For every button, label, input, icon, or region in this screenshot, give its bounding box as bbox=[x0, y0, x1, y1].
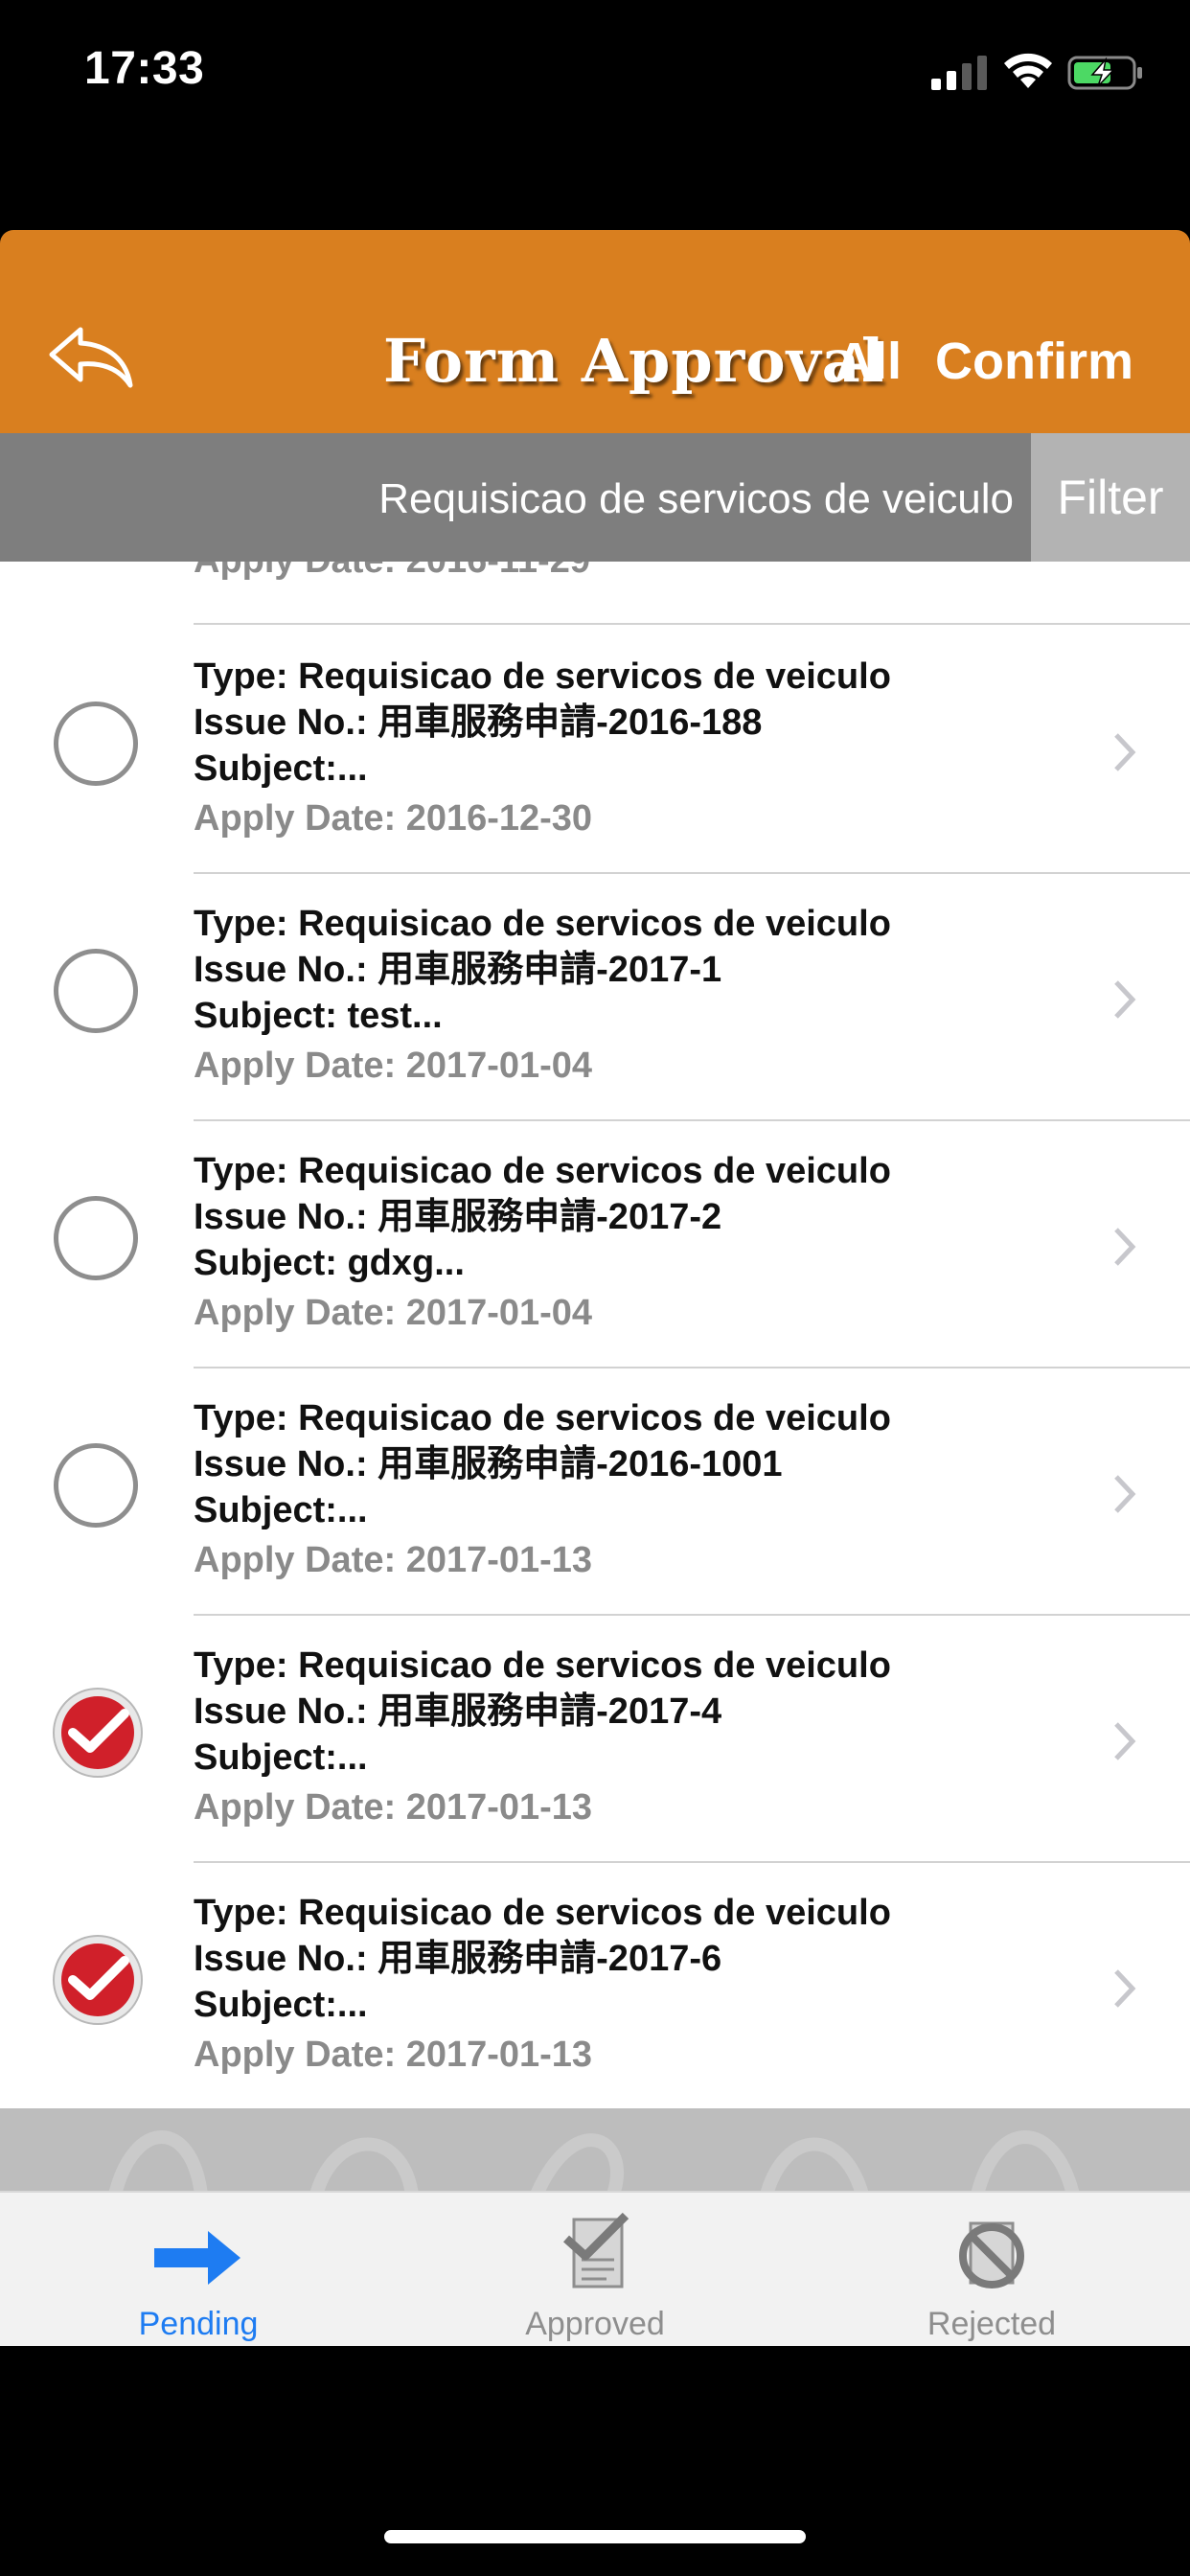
chevron-right-icon bbox=[1114, 980, 1136, 1019]
apply-date: Apply Date: 2017-01-04 bbox=[194, 1046, 593, 1086]
item-details: Type: Requisicao de servicos de veiculo … bbox=[194, 1395, 891, 1583]
item-subject: Subject:... bbox=[194, 1737, 368, 1778]
tab-pending[interactable]: Pending bbox=[0, 2193, 397, 2346]
tab-approved[interactable]: Approved bbox=[397, 2193, 793, 2346]
tab-rejected[interactable]: Rejected bbox=[793, 2193, 1190, 2346]
filter-button[interactable]: Filter bbox=[1031, 433, 1190, 562]
item-type: Type: Requisicao de servicos de veiculo bbox=[194, 904, 891, 944]
item-subject: Subject: test... bbox=[194, 996, 443, 1036]
tab-bar: Pending Approved Rejected bbox=[0, 2191, 1190, 2346]
back-reply-icon[interactable] bbox=[46, 322, 136, 391]
tab-label: Approved bbox=[525, 2306, 665, 2342]
chevron-right-icon bbox=[1114, 1228, 1136, 1266]
item-type: Type: Requisicao de servicos de veiculo bbox=[194, 1398, 891, 1438]
list-item[interactable]: Type: Requisicao de servicos de veiculo … bbox=[0, 1861, 1190, 2108]
confirm-button[interactable]: Confirm bbox=[935, 332, 1133, 391]
tab-label: Pending bbox=[138, 2306, 259, 2342]
item-issue-no: Issue No.: 用車服務申請-2017-6 bbox=[194, 1939, 722, 1979]
apply-date: Apply Date: 2017-01-04 bbox=[194, 1293, 593, 1333]
chevron-right-icon bbox=[1114, 1722, 1136, 1760]
apply-date: Apply Date: 2017-01-13 bbox=[194, 1540, 593, 1580]
tab-label: Rejected bbox=[927, 2306, 1057, 2342]
arrow-right-icon bbox=[154, 2231, 240, 2285]
page-title: Form Approval bbox=[383, 326, 885, 396]
approved-doc-icon bbox=[562, 2212, 629, 2288]
item-subject: Subject: gdxg... bbox=[194, 1243, 465, 1283]
rejected-icon bbox=[959, 2221, 1024, 2288]
list-item[interactable]: Type: Requisicao de servicos de veiculo … bbox=[0, 1119, 1190, 1367]
item-details: Type: Requisicao de servicos de veiculo … bbox=[194, 1148, 891, 1336]
navigation-header: Form Approval All Confirm bbox=[0, 230, 1190, 433]
chevron-right-icon bbox=[1114, 733, 1136, 771]
approval-list: Apply Date: 2016-11-29 Type: Requisicao … bbox=[0, 562, 1190, 2108]
item-subject: Subject:... bbox=[194, 1985, 368, 2025]
item-type: Type: Requisicao de servicos de veiculo bbox=[194, 1893, 891, 1933]
chevron-right-icon bbox=[1114, 1475, 1136, 1513]
item-issue-no: Issue No.: 用車服務申請-2016-1001 bbox=[194, 1444, 783, 1484]
apply-date: Apply Date: 2016-12-30 bbox=[194, 798, 593, 839]
unchecked-radio-icon[interactable] bbox=[54, 949, 138, 1033]
item-issue-no: Issue No.: 用車服務申請-2017-2 bbox=[194, 1197, 722, 1237]
item-issue-no: Issue No.: 用車服務申請-2016-188 bbox=[194, 702, 763, 743]
wifi-icon bbox=[1004, 53, 1052, 88]
apply-date: Apply Date: 2017-01-13 bbox=[194, 1787, 593, 1828]
list-item[interactable]: Type: Requisicao de servicos de veiculo … bbox=[0, 1367, 1190, 1614]
select-all-button[interactable]: All bbox=[835, 332, 902, 391]
unchecked-radio-icon[interactable] bbox=[54, 702, 138, 786]
item-issue-no: Issue No.: 用車服務申請-2017-4 bbox=[194, 1691, 722, 1732]
apply-date: Apply Date: 2016-11-29 bbox=[194, 562, 590, 582]
item-subject: Subject:... bbox=[194, 748, 368, 789]
item-type: Type: Requisicao de servicos de veiculo bbox=[194, 1151, 891, 1191]
list-item[interactable]: Type: Requisicao de servicos de veiculo … bbox=[0, 1614, 1190, 1861]
apply-date: Apply Date: 2017-01-13 bbox=[194, 2035, 593, 2075]
filter-bar: Requisicao de servicos de veiculo Filter bbox=[0, 433, 1190, 562]
item-issue-no: Issue No.: 用車服務申請-2017-1 bbox=[194, 950, 722, 990]
battery-charging-icon bbox=[1067, 56, 1142, 90]
decorative-pattern bbox=[108, 2130, 1080, 2191]
status-time: 17:33 bbox=[84, 43, 205, 94]
item-details: Type: Requisicao de servicos de veiculo … bbox=[194, 654, 891, 841]
item-details: Type: Requisicao de servicos de veiculo … bbox=[194, 1643, 891, 1830]
item-type: Type: Requisicao de servicos de veiculo bbox=[194, 1645, 891, 1686]
list-item[interactable]: Type: Requisicao de servicos de veiculo … bbox=[0, 625, 1190, 872]
list-item[interactable]: Type: Requisicao de servicos de veiculo … bbox=[0, 872, 1190, 1119]
cellular-signal-icon bbox=[931, 56, 987, 90]
unchecked-radio-icon[interactable] bbox=[54, 1443, 138, 1528]
checked-mark-icon[interactable] bbox=[50, 1685, 146, 1781]
item-details: Type: Requisicao de servicos de veiculo … bbox=[194, 1890, 891, 2078]
unchecked-radio-icon[interactable] bbox=[54, 1196, 138, 1280]
background-pattern bbox=[0, 2108, 1190, 2191]
chevron-right-icon bbox=[1114, 1969, 1136, 2008]
item-subject: Subject:... bbox=[194, 1490, 368, 1530]
home-indicator[interactable] bbox=[384, 2530, 806, 2543]
checked-mark-icon[interactable] bbox=[50, 1932, 146, 2028]
status-bar: 17:33 bbox=[0, 0, 1190, 144]
item-type: Type: Requisicao de servicos de veiculo bbox=[194, 656, 891, 697]
item-details: Type: Requisicao de servicos de veiculo … bbox=[194, 901, 891, 1089]
current-filter-label: Requisicao de servicos de veiculo bbox=[378, 475, 1014, 522]
list-item-partial[interactable]: Apply Date: 2016-11-29 bbox=[0, 562, 1190, 611]
